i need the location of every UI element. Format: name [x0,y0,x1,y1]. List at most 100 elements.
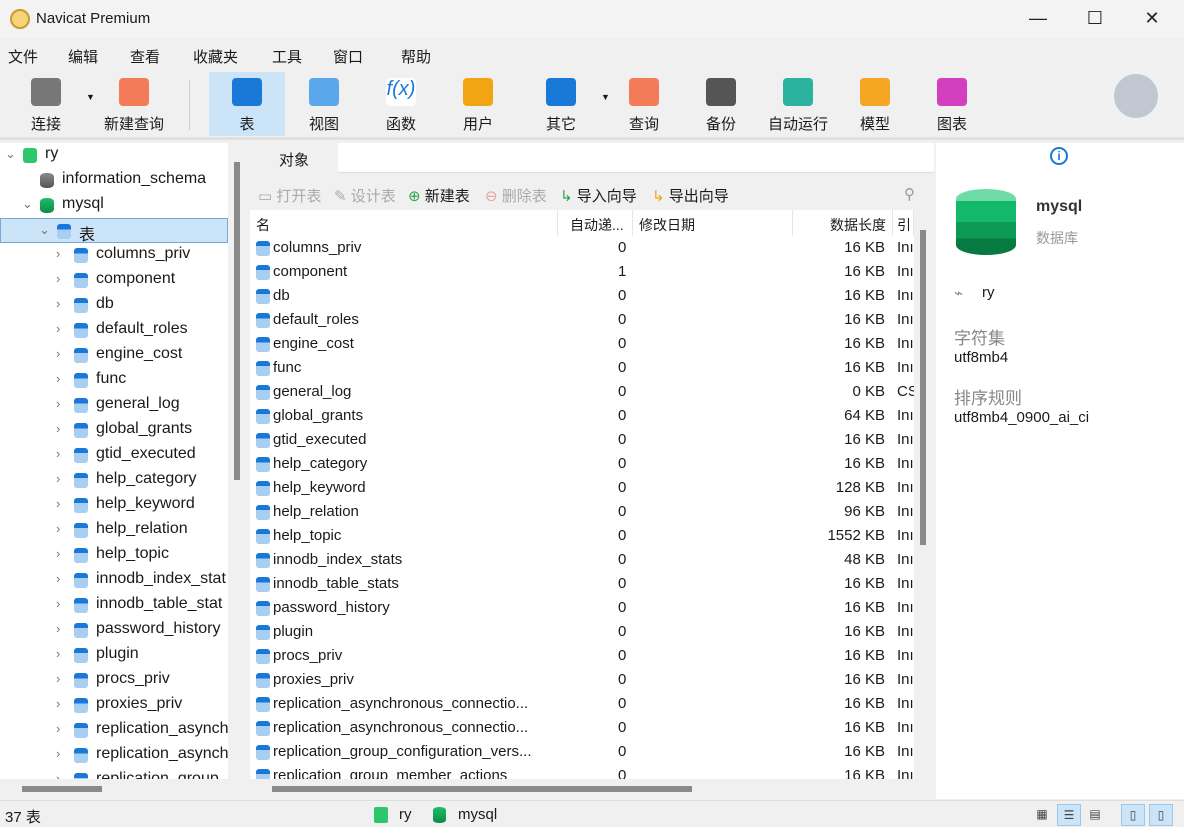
user-avatar[interactable] [1114,74,1158,118]
table-row[interactable]: innodb_table_stats016 KBInı [250,572,914,596]
search-icon[interactable]: ⚲ [904,185,915,203]
tree-table-item[interactable]: ›replication_group [0,768,228,779]
tree-table-item[interactable]: ›help_category [0,468,228,493]
table-row[interactable]: replication_asynchronous_connectio...016… [250,692,914,716]
table-row[interactable]: component116 KBInı [250,260,914,284]
menu-item[interactable]: 文件 [8,46,38,67]
chevron-right-icon[interactable]: › [56,346,60,361]
tree-table-item[interactable]: ›columns_priv [0,243,228,268]
table-row[interactable]: password_history016 KBInı [250,596,914,620]
import-wizard-button[interactable]: ↳ 导入向导 [560,185,637,206]
toolbar-function-button[interactable]: f(x)函数 [363,72,439,136]
chevron-right-icon[interactable]: › [56,371,60,386]
toolbar-view-button[interactable]: 视图 [286,72,362,136]
grid-horizontal-scrollbar[interactable] [272,786,692,792]
tree-table-item[interactable]: ›general_log [0,393,228,418]
tree-table-item[interactable]: ›default_roles [0,318,228,343]
menu-item[interactable]: 编辑 [68,46,98,67]
toolbar-connect-button[interactable]: 连接 [8,72,84,136]
chevron-right-icon[interactable]: › [56,296,60,311]
chevron-down-icon[interactable]: ⌄ [22,196,33,212]
minimize-button[interactable]: — [1026,8,1050,30]
dropdown-arrow-icon[interactable]: ▼ [86,92,95,102]
chevron-right-icon[interactable]: › [56,521,60,536]
table-row[interactable]: innodb_index_stats048 KBInı [250,548,914,572]
tree-table-item[interactable]: ›innodb_index_stat [0,568,228,593]
new-table-button[interactable]: ⊕ 新建表 [408,185,470,206]
table-row[interactable]: db016 KBInı [250,284,914,308]
menu-item[interactable]: 收藏夹 [193,46,238,67]
toolbar-backup-button[interactable]: 备份 [683,72,759,136]
design-table-button[interactable]: ✎ 设计表 [334,185,396,206]
tree-table-item[interactable]: ›password_history [0,618,228,643]
table-row[interactable]: replication_group_configuration_vers...0… [250,740,914,764]
tree-database-information-schema[interactable]: information_schema [0,168,228,193]
close-button[interactable]: ✕ [1140,8,1164,30]
table-row[interactable]: procs_priv016 KBInı [250,644,914,668]
table-row[interactable]: help_keyword0128 KBInı [250,476,914,500]
chevron-right-icon[interactable]: › [56,621,60,636]
chevron-right-icon[interactable]: › [56,646,60,661]
toolbar-user-button[interactable]: 用户 [440,72,516,136]
detail-view-icon[interactable]: ▤ [1083,804,1107,826]
table-row[interactable]: replication_asynchronous_connectio...016… [250,716,914,740]
tree-table-item[interactable]: ›func [0,368,228,393]
chevron-right-icon[interactable]: › [56,246,60,261]
toggle-left-panel-icon[interactable]: ▯ [1121,804,1145,826]
tree-database-mysql[interactable]: ⌄mysql [0,193,228,218]
chevron-right-icon[interactable]: › [56,571,60,586]
chevron-right-icon[interactable]: › [56,471,60,486]
chevron-right-icon[interactable]: › [56,596,60,611]
tree-table-item[interactable]: ›replication_asynch [0,743,228,768]
toolbar-robot-button[interactable]: 自动运行 [760,72,836,136]
tree-table-item[interactable]: ›engine_cost [0,343,228,368]
tree-server-ry[interactable]: ⌄ry [0,143,228,168]
tree-table-item[interactable]: ›procs_priv [0,668,228,693]
tree-table-item[interactable]: ›help_keyword [0,493,228,518]
column-header[interactable]: 名 [250,210,558,236]
table-row[interactable]: help_topic01552 KBInı [250,524,914,548]
toolbar-table-button[interactable]: 表 [209,72,285,136]
table-row[interactable]: func016 KBInı [250,356,914,380]
menu-item[interactable]: 帮助 [401,46,431,67]
chevron-right-icon[interactable]: › [56,396,60,411]
chevron-right-icon[interactable]: › [56,721,60,736]
column-header[interactable]: 引 [893,210,914,236]
tab-objects[interactable]: 对象 [250,143,338,173]
table-row[interactable]: help_relation096 KBInı [250,500,914,524]
tree-table-item[interactable]: ›component [0,268,228,293]
table-row[interactable]: replication_group_member_actions016 KBIn… [250,764,914,779]
chevron-right-icon[interactable]: › [56,271,60,286]
toolbar-model-button[interactable]: 模型 [837,72,913,136]
chevron-right-icon[interactable]: › [56,496,60,511]
chevron-right-icon[interactable]: › [56,771,60,779]
toggle-right-panel-icon[interactable]: ▯ [1149,804,1173,826]
chevron-right-icon[interactable]: › [56,746,60,761]
table-row[interactable]: columns_priv016 KBInı [250,236,914,260]
table-row[interactable]: plugin016 KBInı [250,620,914,644]
column-header[interactable]: 修改日期 [633,210,793,236]
toolbar-tools-button[interactable]: 其它 [523,72,599,136]
menu-item[interactable]: 查看 [130,46,160,67]
export-wizard-button[interactable]: ↳ 导出向导 [652,185,729,206]
menu-item[interactable]: 窗口 [333,46,363,67]
list-view-icon[interactable]: ☰ [1057,804,1081,826]
chevron-down-icon[interactable]: ⌄ [39,222,50,238]
table-row[interactable]: global_grants064 KBInı [250,404,914,428]
grid-vertical-scrollbar[interactable] [920,230,926,545]
delete-table-button[interactable]: ⊖ 删除表 [485,185,547,206]
toolbar-new-query-button[interactable]: 新建查询 [96,72,172,136]
toolbar-query-button[interactable]: 查询 [606,72,682,136]
tree-table-item[interactable]: ›db [0,293,228,318]
column-header[interactable]: 数据长度 [793,210,893,236]
table-row[interactable]: help_category016 KBInı [250,452,914,476]
tree-table-item[interactable]: ›plugin [0,643,228,668]
tree-table-item[interactable]: ›gtid_executed [0,443,228,468]
chevron-right-icon[interactable]: › [56,421,60,436]
tree-table-item[interactable]: ›help_topic [0,543,228,568]
tree-table-item[interactable]: ›help_relation [0,518,228,543]
chevron-right-icon[interactable]: › [56,321,60,336]
tree-vertical-scrollbar[interactable] [234,162,240,480]
chevron-right-icon[interactable]: › [56,696,60,711]
column-header[interactable]: 自动递... [558,210,633,236]
